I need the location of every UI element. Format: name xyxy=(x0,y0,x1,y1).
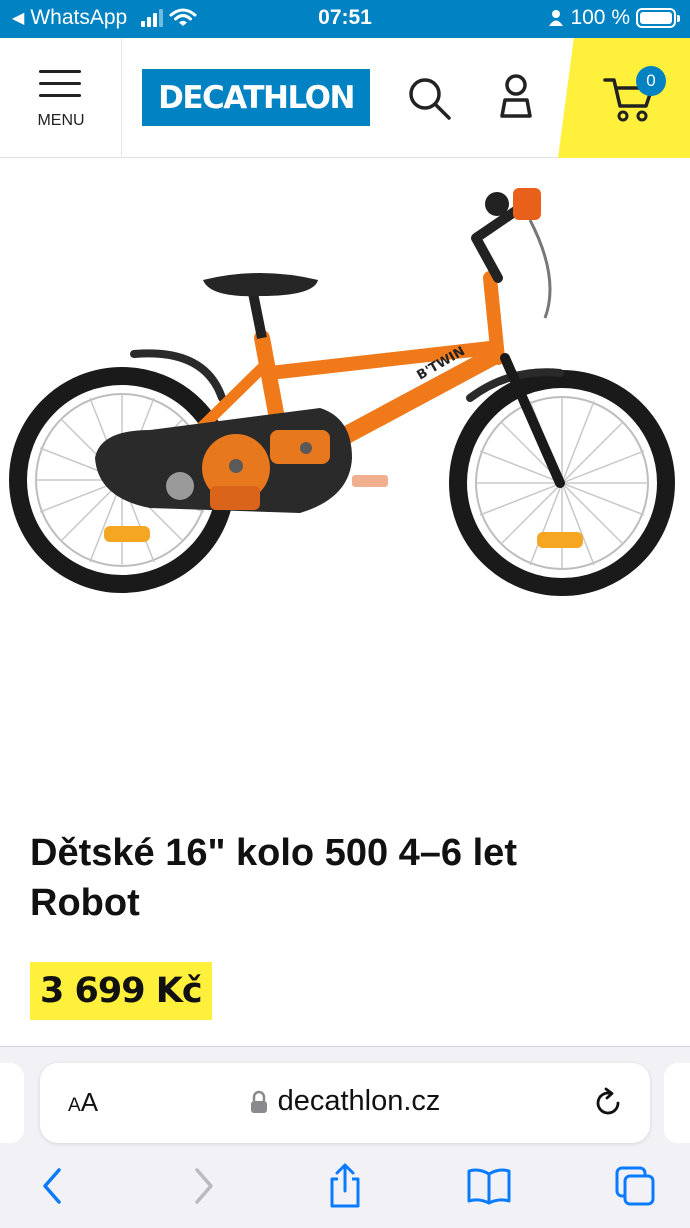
product-title-line-1: Dětské 16" kolo 500 4–6 let xyxy=(30,832,517,874)
browser-toolbar xyxy=(0,1159,690,1219)
url-text: decathlon.cz xyxy=(277,1085,441,1117)
product-image[interactable]: B'TWIN xyxy=(0,168,690,638)
reload-button[interactable] xyxy=(592,1087,624,1119)
status-right: 100 % xyxy=(548,6,680,30)
forward-button[interactable] xyxy=(180,1163,226,1209)
previous-tab-preview[interactable] xyxy=(0,1063,24,1143)
search-icon xyxy=(409,78,451,120)
product-title: Dětské 16" kolo 500 4–6 let Robot xyxy=(30,828,650,928)
menu-button[interactable]: MENU xyxy=(0,38,122,158)
browser-bottom-bar: AA decathlon.cz xyxy=(0,1046,690,1228)
account-button[interactable] xyxy=(493,72,539,124)
url-display[interactable]: decathlon.cz xyxy=(40,1085,650,1118)
product-title-line-2: Robot xyxy=(30,882,140,924)
chevron-right-icon xyxy=(195,1168,213,1204)
next-tab-preview[interactable] xyxy=(664,1063,690,1143)
tabs-button[interactable] xyxy=(612,1163,658,1209)
address-bar[interactable]: AA decathlon.cz xyxy=(40,1063,650,1143)
tabs-icon xyxy=(615,1166,655,1206)
lock-icon xyxy=(250,1090,267,1113)
bookmarks-button[interactable] xyxy=(466,1163,512,1209)
battery-percent: 100 % xyxy=(570,6,630,29)
user-icon xyxy=(500,74,532,118)
back-button[interactable] xyxy=(30,1163,76,1209)
product-price: 3 699 Kč xyxy=(40,971,203,1011)
person-icon xyxy=(549,10,564,26)
cart-count-badge: 0 xyxy=(636,66,666,96)
menu-label: MENU xyxy=(37,112,85,129)
search-button[interactable] xyxy=(405,74,455,124)
chevron-left-icon xyxy=(43,1168,61,1204)
battery-icon xyxy=(636,8,680,28)
share-button[interactable] xyxy=(322,1163,368,1209)
hamburger-icon xyxy=(39,70,81,98)
status-bar: ◀ WhatsApp 07:51 100 % xyxy=(0,0,690,38)
kids-bike-image: B'TWIN xyxy=(9,188,675,596)
price-tag: 3 699 Kč xyxy=(30,962,212,1020)
decathlon-logo[interactable]: DECATHLON xyxy=(142,69,370,126)
book-icon xyxy=(467,1168,511,1205)
share-icon xyxy=(330,1163,360,1208)
reload-icon xyxy=(596,1087,620,1115)
site-header: MENU DECATHLON 0 xyxy=(0,38,690,158)
